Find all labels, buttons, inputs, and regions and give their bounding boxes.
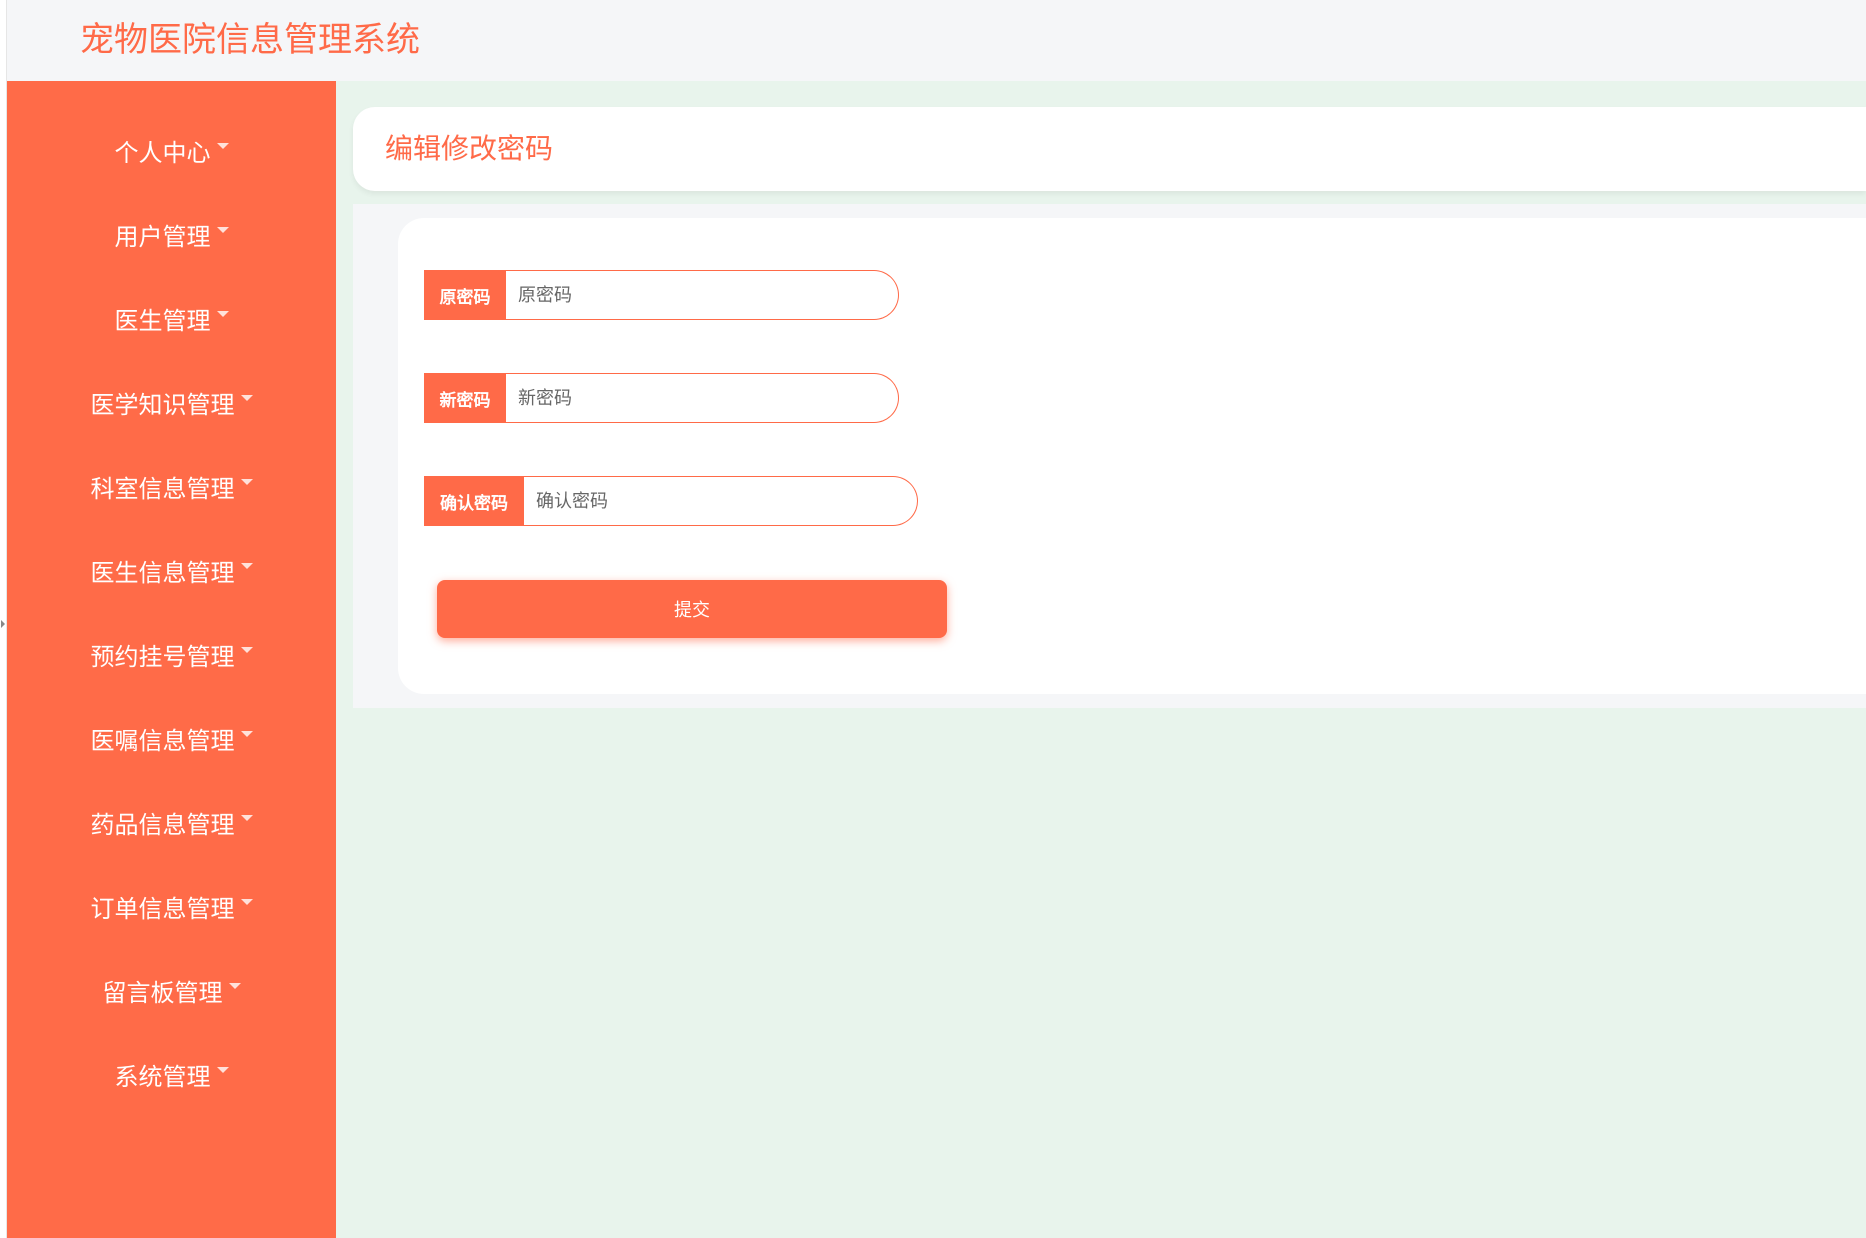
caret-down-icon	[240, 563, 253, 569]
top-header: 宠物医院信息管理系统	[7, 0, 1866, 81]
main-content: 编辑修改密码 原密码 新密码 确认密码 提交	[336, 81, 1866, 1238]
caret-down-icon	[240, 647, 253, 653]
sidebar-item-doctor-management[interactable]: 医生管理	[7, 296, 336, 340]
sidebar-item-label: 用户管理	[114, 222, 211, 251]
sidebar-item-label: 留言板管理	[102, 978, 223, 1007]
sidebar-item-department-info[interactable]: 科室信息管理	[7, 464, 336, 508]
caret-down-icon	[228, 983, 241, 989]
sidebar-item-medicine-info[interactable]: 药品信息管理	[7, 800, 336, 844]
sidebar-item-label: 医嘱信息管理	[90, 726, 235, 755]
confirm-password-input[interactable]	[524, 476, 918, 526]
sidebar-item-label: 科室信息管理	[90, 474, 235, 503]
sidebar-item-medical-knowledge[interactable]: 医学知识管理	[7, 380, 336, 424]
expand-arrow-icon[interactable]	[1, 620, 5, 628]
sidebar-item-label: 药品信息管理	[90, 810, 235, 839]
sidebar-item-label: 医生信息管理	[90, 558, 235, 587]
collapse-strip[interactable]	[0, 0, 7, 1238]
app-title: 宠物医院信息管理系统	[80, 20, 420, 60]
password-form: 原密码 新密码 确认密码 提交	[398, 218, 1866, 694]
sidebar: 个人中心 用户管理 医生管理 医学知识管理 科室信息管理 医生信息管理 预约挂号…	[7, 81, 336, 1238]
caret-down-icon	[240, 731, 253, 737]
confirm-password-field: 确认密码	[424, 476, 918, 526]
sidebar-item-user-management[interactable]: 用户管理	[7, 212, 336, 256]
caret-down-icon	[240, 899, 253, 905]
caret-down-icon	[240, 815, 253, 821]
page-title: 编辑修改密码	[385, 132, 554, 165]
sidebar-item-label: 订单信息管理	[90, 894, 235, 923]
sidebar-item-label: 医生管理	[114, 306, 211, 335]
caret-down-icon	[240, 479, 253, 485]
sidebar-item-label: 个人中心	[114, 138, 211, 167]
sidebar-item-personal-center[interactable]: 个人中心	[7, 128, 336, 172]
old-password-input[interactable]	[506, 270, 899, 320]
sidebar-item-prescription[interactable]: 医嘱信息管理	[7, 716, 336, 760]
sidebar-item-appointment[interactable]: 预约挂号管理	[7, 632, 336, 676]
sidebar-item-label: 医学知识管理	[90, 390, 235, 419]
new-password-label: 新密码	[424, 373, 506, 423]
sidebar-item-order-info[interactable]: 订单信息管理	[7, 884, 336, 928]
caret-down-icon	[216, 311, 229, 317]
confirm-password-label: 确认密码	[424, 476, 524, 526]
new-password-field: 新密码	[424, 373, 899, 423]
sidebar-item-system-management[interactable]: 系统管理	[7, 1052, 336, 1096]
old-password-field: 原密码	[424, 270, 899, 320]
sidebar-item-label: 预约挂号管理	[90, 642, 235, 671]
caret-down-icon	[240, 395, 253, 401]
sidebar-item-message-board[interactable]: 留言板管理	[7, 968, 336, 1012]
form-panel: 原密码 新密码 确认密码 提交	[353, 204, 1866, 708]
page-title-card: 编辑修改密码	[353, 107, 1866, 191]
caret-down-icon	[216, 227, 229, 233]
submit-button[interactable]: 提交	[437, 580, 947, 638]
caret-down-icon	[216, 143, 229, 149]
new-password-input[interactable]	[506, 373, 899, 423]
caret-down-icon	[216, 1067, 229, 1073]
sidebar-item-label: 系统管理	[114, 1062, 211, 1091]
sidebar-item-doctor-info[interactable]: 医生信息管理	[7, 548, 336, 592]
old-password-label: 原密码	[424, 270, 506, 320]
